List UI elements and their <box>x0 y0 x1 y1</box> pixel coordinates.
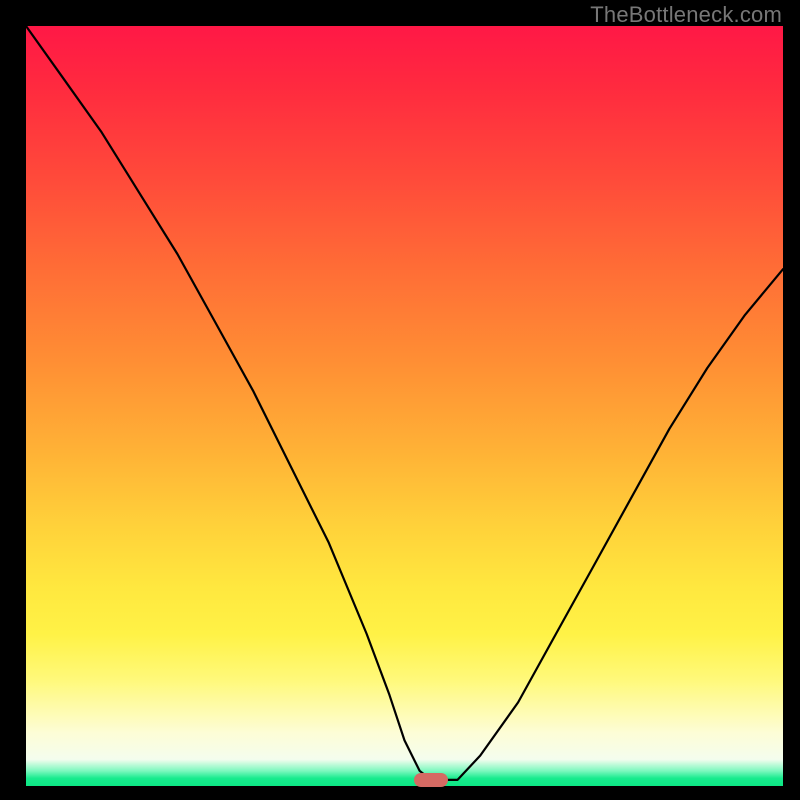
optimal-point-marker <box>414 773 448 787</box>
chart-frame: TheBottleneck.com <box>0 0 800 800</box>
watermark-text: TheBottleneck.com <box>590 2 782 28</box>
plot-area <box>26 26 783 786</box>
bottleneck-curve <box>26 26 783 786</box>
